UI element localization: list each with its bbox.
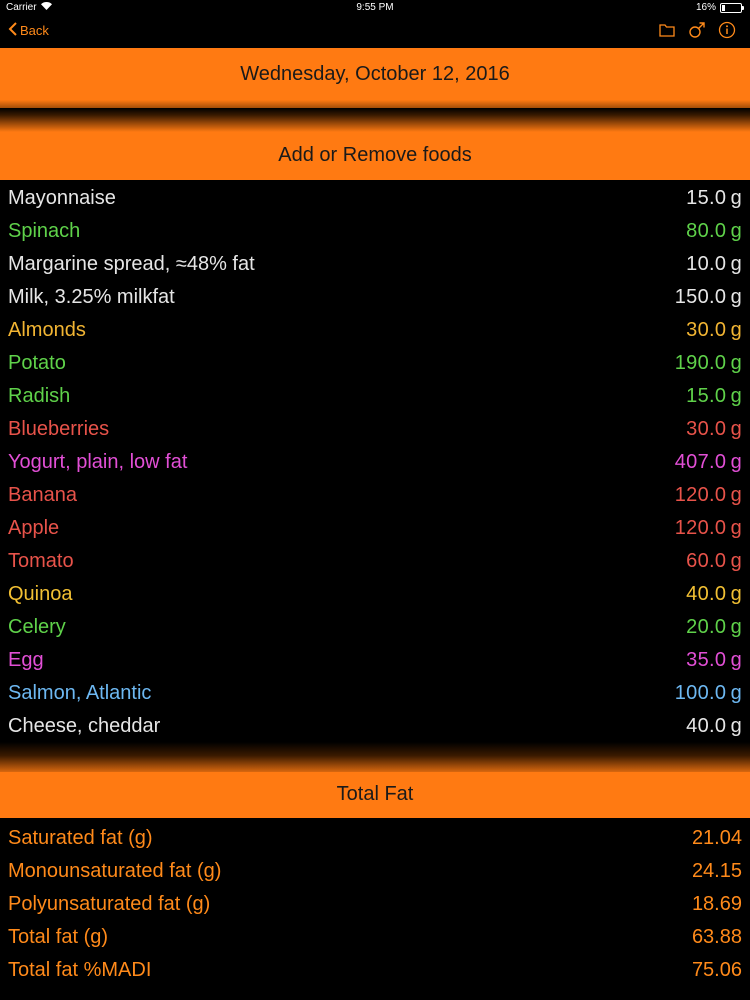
food-row[interactable]: Celery 20.0 g xyxy=(0,611,750,644)
food-row[interactable]: Blueberries 30.0 g xyxy=(0,413,750,446)
fat-summary-list: Saturated fat (g) 21.04 Monounsaturated fa… xyxy=(0,822,750,987)
food-amount: 100.0 g xyxy=(674,682,742,704)
food-amount: 20.0 g xyxy=(686,616,742,638)
food-name: Cheese, cheddar xyxy=(8,715,161,737)
fat-label: Total fat (g) xyxy=(8,926,109,948)
status-right: 16% xyxy=(695,2,744,13)
food-amount: 190.0 g xyxy=(674,352,742,374)
food-amount: 120.0 g xyxy=(674,484,742,506)
date-header: Wednesday, October 12, 2016 xyxy=(0,48,750,100)
info-icon[interactable] xyxy=(718,21,736,39)
battery-percent: 16% xyxy=(695,2,716,13)
food-amount: 80.0 g xyxy=(686,220,742,242)
fat-row: Saturated fat (g) 21.04 xyxy=(0,822,750,855)
food-row[interactable]: Banana 120.0 g xyxy=(0,479,750,512)
divider-gradient xyxy=(0,108,750,132)
total-fat-header: Total Fat xyxy=(0,772,750,818)
food-amount: 35.0 g xyxy=(686,649,742,671)
back-button[interactable]: Back xyxy=(8,22,49,39)
nav-actions xyxy=(658,21,736,39)
food-row[interactable]: Margarine spread, ≈48% fat 10.0 g xyxy=(0,248,750,281)
food-amount: 150.0 g xyxy=(674,286,742,308)
food-amount: 10.0 g xyxy=(686,253,742,275)
food-amount: 120.0 g xyxy=(674,517,742,539)
food-row[interactable]: Radish 15.0 g xyxy=(0,380,750,413)
add-remove-foods-button[interactable]: Add or Remove foods xyxy=(0,132,750,180)
food-name: Yogurt, plain, low fat xyxy=(8,451,188,473)
food-name: Margarine spread, ≈48% fat xyxy=(8,253,255,275)
food-amount: 30.0 g xyxy=(686,418,742,440)
food-amount: 40.0 g xyxy=(686,715,742,737)
food-name: Salmon, Atlantic xyxy=(8,682,152,704)
food-row[interactable]: Mayonnaise 15.0 g xyxy=(0,182,750,215)
food-name: Blueberries xyxy=(8,418,110,440)
food-name: Egg xyxy=(8,649,44,671)
fat-value: 24.15 xyxy=(691,860,742,882)
food-row[interactable]: Yogurt, plain, low fat 407.0 g xyxy=(0,446,750,479)
food-row[interactable]: Potato 190.0 g xyxy=(0,347,750,380)
food-name: Almonds xyxy=(8,319,86,341)
battery-icon xyxy=(720,2,744,13)
food-row[interactable]: Tomato 60.0 g xyxy=(0,545,750,578)
date-label: Wednesday, October 12, 2016 xyxy=(240,63,510,85)
total-fat-label: Total Fat xyxy=(336,783,414,805)
food-name: Banana xyxy=(8,484,77,506)
food-row[interactable]: Cheese, cheddar 40.0 g xyxy=(0,710,750,743)
food-amount: 407.0 g xyxy=(674,451,742,473)
food-name: Tomato xyxy=(8,550,74,572)
food-row[interactable]: Spinach 80.0 g xyxy=(0,215,750,248)
fat-label: Polyunsaturated fat (g) xyxy=(8,893,211,915)
food-row[interactable]: Apple 120.0 g xyxy=(0,512,750,545)
food-name: Apple xyxy=(8,517,60,539)
fat-value: 63.88 xyxy=(691,926,742,948)
fat-label: Total fat %MADI xyxy=(8,959,152,981)
fat-value: 21.04 xyxy=(691,827,742,849)
food-name: Mayonnaise xyxy=(8,187,116,209)
food-amount: 40.0 g xyxy=(686,583,742,605)
status-time: 9:55 PM xyxy=(356,2,394,13)
food-row[interactable]: Milk, 3.25% milkfat 150.0 g xyxy=(0,281,750,314)
food-list: Mayonnaise 15.0 g Spinach 80.0 g Margarine s… xyxy=(0,182,750,743)
back-label: Back xyxy=(20,23,49,38)
food-name: Milk, 3.25% milkfat xyxy=(8,286,175,308)
fat-label: Saturated fat (g) xyxy=(8,827,153,849)
fat-value: 75.06 xyxy=(691,959,742,981)
food-amount: 15.0 g xyxy=(686,187,742,209)
food-row[interactable]: Almonds 30.0 g xyxy=(0,314,750,347)
fat-row: Total fat %MADI 75.06 xyxy=(0,954,750,987)
fat-row: Monounsaturated fat (g) 24.15 xyxy=(0,855,750,888)
fat-row: Polyunsaturated fat (g) 18.69 xyxy=(0,888,750,921)
food-amount: 15.0 g xyxy=(686,385,742,407)
fat-value: 18.69 xyxy=(691,893,742,915)
add-remove-foods-label: Add or Remove foods xyxy=(278,144,472,166)
food-name: Celery xyxy=(8,616,66,638)
fat-label: Monounsaturated fat (g) xyxy=(8,860,222,882)
food-amount: 30.0 g xyxy=(686,319,742,341)
fat-row: Total fat (g) 63.88 xyxy=(0,921,750,954)
food-name: Radish xyxy=(8,385,71,407)
food-amount: 60.0 g xyxy=(686,550,742,572)
divider-gradient xyxy=(0,742,750,776)
food-name: Potato xyxy=(8,352,66,374)
food-row[interactable]: Quinoa 40.0 g xyxy=(0,578,750,611)
male-symbol-icon[interactable] xyxy=(688,21,706,39)
food-name: Quinoa xyxy=(8,583,73,605)
food-name: Spinach xyxy=(8,220,81,242)
navigation-bar: Back xyxy=(0,16,750,46)
food-row[interactable]: Salmon, Atlantic 100.0 g xyxy=(0,677,750,710)
food-row[interactable]: Egg 35.0 g xyxy=(0,644,750,677)
folder-icon[interactable] xyxy=(658,21,676,39)
back-chevron-icon xyxy=(8,22,18,39)
status-bar: Carrier 9:55 PM 16% xyxy=(0,0,750,16)
